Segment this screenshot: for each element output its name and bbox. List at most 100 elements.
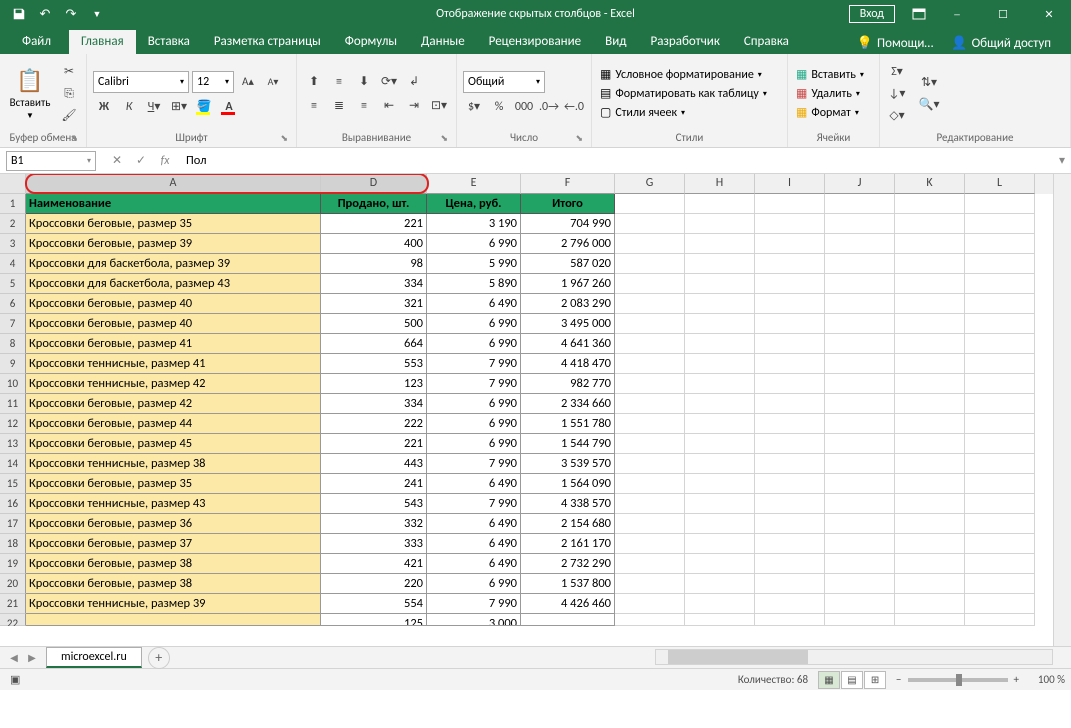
cell[interactable]: 2 154 680 — [521, 514, 615, 534]
expand-formula-bar-icon[interactable]: ▾ — [1053, 153, 1071, 168]
currency-icon[interactable]: $▾ — [463, 97, 485, 117]
cell[interactable] — [965, 394, 1035, 414]
cell[interactable]: 443 — [321, 454, 427, 474]
row-header[interactable]: 13 — [0, 434, 26, 454]
tab-insert[interactable]: Вставка — [136, 30, 202, 54]
cell[interactable] — [755, 194, 825, 214]
cell[interactable] — [755, 354, 825, 374]
cell[interactable] — [965, 254, 1035, 274]
ribbon-options-icon[interactable] — [905, 0, 933, 28]
cell[interactable] — [755, 534, 825, 554]
clear-icon[interactable]: ◇▾ — [886, 106, 908, 126]
tab-nav-prev-icon[interactable]: ◀ — [6, 650, 22, 666]
align-right-icon[interactable]: ≡ — [353, 96, 375, 116]
cell[interactable] — [895, 414, 965, 434]
cell[interactable]: 1 544 790 — [521, 434, 615, 454]
cell[interactable] — [521, 614, 615, 626]
row-header[interactable]: 18 — [0, 534, 26, 554]
tab-data[interactable]: Данные — [409, 30, 477, 54]
underline-button[interactable]: Ч▾ — [143, 97, 165, 117]
tab-file[interactable]: Файл — [4, 30, 69, 54]
cell[interactable] — [965, 514, 1035, 534]
insert-cells-button[interactable]: ▦Вставить▾ — [794, 66, 873, 83]
zoom-level[interactable]: 100 % — [1025, 673, 1065, 686]
sheet-tab[interactable]: microexcel.ru — [46, 647, 142, 668]
cell[interactable] — [755, 254, 825, 274]
cell[interactable] — [965, 554, 1035, 574]
cell[interactable] — [825, 434, 895, 454]
cell[interactable] — [825, 554, 895, 574]
increase-decimal-icon[interactable]: .0→ — [538, 97, 560, 117]
cell[interactable]: 6 990 — [427, 334, 521, 354]
cell[interactable] — [615, 194, 685, 214]
name-box[interactable]: B1▾ — [6, 151, 96, 171]
cell[interactable] — [895, 294, 965, 314]
indent-decrease-icon[interactable]: ⇤ — [378, 96, 400, 116]
align-left-icon[interactable]: ≡ — [303, 96, 325, 116]
column-header[interactable]: G — [615, 174, 685, 194]
cell[interactable] — [965, 434, 1035, 454]
format-cells-button[interactable]: ▦Формат▾ — [794, 104, 873, 121]
tab-nav-next-icon[interactable]: ▶ — [24, 650, 40, 666]
cell[interactable] — [615, 314, 685, 334]
cell[interactable]: 7 990 — [427, 454, 521, 474]
cell[interactable]: 1 967 260 — [521, 274, 615, 294]
cell[interactable] — [825, 394, 895, 414]
cell[interactable]: 6 990 — [427, 314, 521, 334]
column-header[interactable]: H — [685, 174, 755, 194]
italic-button[interactable]: К — [118, 97, 140, 117]
cell[interactable] — [755, 514, 825, 534]
cell[interactable]: 3 000 — [427, 614, 521, 626]
cell[interactable]: 6 490 — [427, 554, 521, 574]
minimize-icon[interactable]: ─ — [935, 0, 979, 28]
cell[interactable]: 587 020 — [521, 254, 615, 274]
cell[interactable]: 6 490 — [427, 534, 521, 554]
cell[interactable] — [615, 554, 685, 574]
cell[interactable]: 664 — [321, 334, 427, 354]
cell[interactable]: 6 990 — [427, 574, 521, 594]
tab-formulas[interactable]: Формулы — [333, 30, 409, 54]
cell[interactable]: 4 426 460 — [521, 594, 615, 614]
cell[interactable] — [685, 374, 755, 394]
cell[interactable]: Кроссовки для баскетбола, размер 39 — [26, 254, 321, 274]
cell[interactable] — [895, 534, 965, 554]
cell[interactable]: 2 083 290 — [521, 294, 615, 314]
cell[interactable] — [965, 454, 1035, 474]
cell[interactable] — [685, 274, 755, 294]
column-header[interactable]: J — [825, 174, 895, 194]
cell[interactable] — [895, 574, 965, 594]
cell[interactable] — [825, 234, 895, 254]
cell[interactable] — [825, 334, 895, 354]
cell[interactable]: 400 — [321, 234, 427, 254]
cell[interactable] — [965, 494, 1035, 514]
borders-icon[interactable]: ⊞▾ — [168, 97, 190, 117]
cell[interactable]: 704 990 — [521, 214, 615, 234]
cell[interactable] — [26, 614, 321, 626]
cell[interactable]: 1 551 780 — [521, 414, 615, 434]
delete-cells-button[interactable]: ▦Удалить▾ — [794, 85, 873, 102]
cell[interactable]: 421 — [321, 554, 427, 574]
row-header[interactable]: 12 — [0, 414, 26, 434]
share-button[interactable]: 👤 Общий доступ — [945, 33, 1057, 54]
cell[interactable] — [895, 494, 965, 514]
cell[interactable] — [965, 334, 1035, 354]
cell[interactable] — [825, 374, 895, 394]
cell[interactable]: Итого — [521, 194, 615, 214]
cell[interactable]: Кроссовки беговые, размер 39 — [26, 234, 321, 254]
cell[interactable] — [615, 454, 685, 474]
cell[interactable] — [615, 414, 685, 434]
cell[interactable] — [825, 294, 895, 314]
enter-formula-icon[interactable]: ✓ — [130, 151, 152, 171]
column-header[interactable]: K — [895, 174, 965, 194]
cell[interactable]: 220 — [321, 574, 427, 594]
row-header[interactable]: 17 — [0, 514, 26, 534]
formula-input[interactable] — [180, 151, 1053, 171]
cell[interactable]: 321 — [321, 294, 427, 314]
fx-icon[interactable]: fx — [154, 151, 176, 171]
cell[interactable] — [965, 534, 1035, 554]
cell[interactable] — [615, 294, 685, 314]
cell[interactable] — [685, 554, 755, 574]
tab-review[interactable]: Рецензирование — [477, 30, 593, 54]
autosum-icon[interactable]: Σ▾ — [886, 62, 908, 82]
cell[interactable]: 3 190 — [427, 214, 521, 234]
